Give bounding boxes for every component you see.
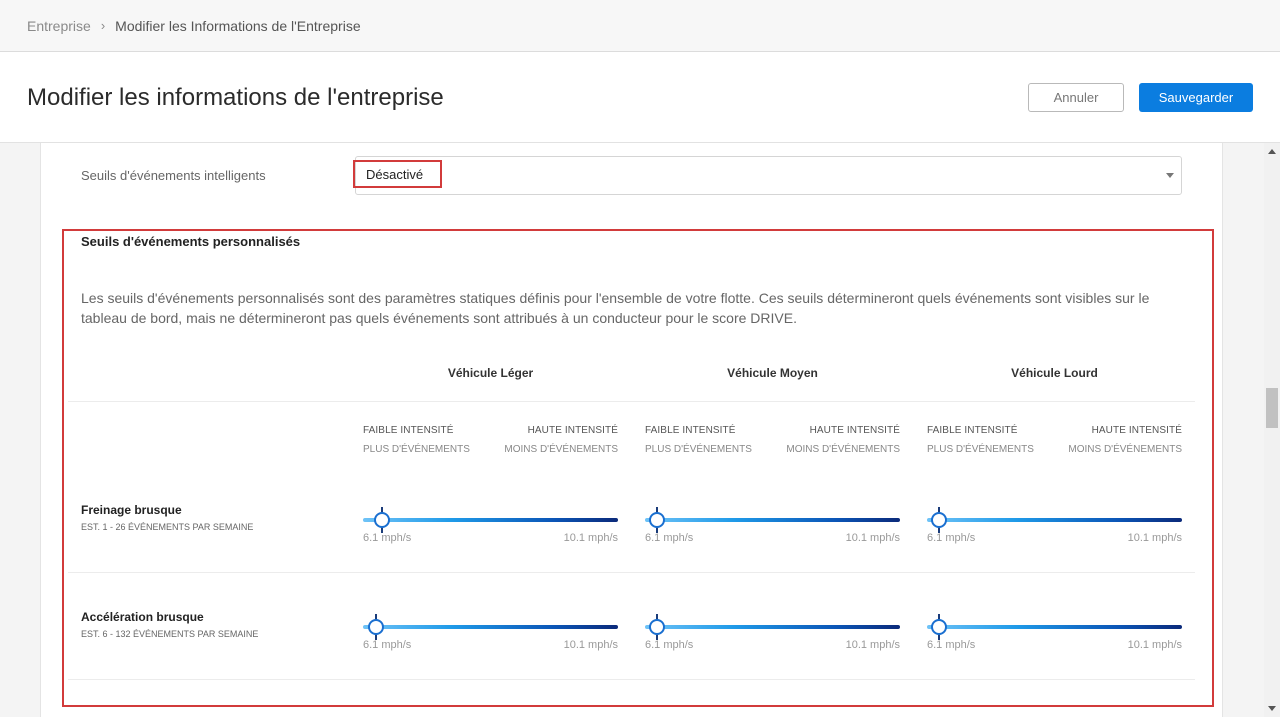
slider-track[interactable] (363, 625, 618, 629)
slider-handle[interactable] (931, 512, 947, 528)
slider-track[interactable] (927, 625, 1182, 629)
row-subtitle-hard-acceleration: EST. 6 - 132 ÉVÉNEMENTS PAR SEMAINE (81, 629, 259, 639)
slider-track[interactable] (645, 625, 900, 629)
slider-handle[interactable] (649, 619, 665, 635)
divider (68, 572, 1195, 573)
row-title-hard-braking: Freinage brusque (81, 503, 182, 517)
slider-max-value: 10.1 mph/s (845, 639, 900, 651)
custom-thresholds-description: Les seuils d'événements personnalisés so… (81, 290, 1150, 326)
column-header-heavy: Véhicule Lourd (1011, 366, 1098, 380)
fewer-events-label: MOINS D'ÉVÉNEMENTS (1068, 444, 1182, 455)
fewer-events-label: MOINS D'ÉVÉNEMENTS (786, 444, 900, 455)
breadcrumb: Entreprise › Modifier les Informations d… (0, 0, 1280, 52)
divider (68, 401, 1195, 402)
slider-track[interactable] (927, 518, 1182, 522)
slider-handle[interactable] (368, 619, 384, 635)
page-header: Modifier les informations de l'entrepris… (0, 52, 1280, 143)
slider-max-value: 10.1 mph/s (563, 639, 618, 651)
slider-track[interactable] (363, 518, 618, 522)
slider-handle[interactable] (931, 619, 947, 635)
row-title-hard-acceleration: Accélération brusque (81, 610, 204, 624)
scroll-down-arrow-icon[interactable] (1268, 706, 1276, 711)
save-button[interactable]: Sauvegarder (1139, 83, 1253, 112)
breadcrumb-current: Modifier les Informations de l'Entrepris… (115, 17, 361, 34)
slider-handle[interactable] (374, 512, 390, 528)
scroll-up-arrow-icon[interactable] (1268, 149, 1276, 154)
high-intensity-label: HAUTE INTENSITÉ (809, 425, 900, 436)
slider-max-value: 10.1 mph/s (845, 532, 900, 544)
vertical-scrollbar[interactable] (1264, 143, 1280, 717)
page-title: Modifier les informations de l'entrepris… (27, 84, 444, 111)
slider-max-value: 10.1 mph/s (563, 532, 618, 544)
slider-max-value: 10.1 mph/s (1127, 532, 1182, 544)
value-highlight-box (353, 160, 442, 188)
slider-handle[interactable] (649, 512, 665, 528)
breadcrumb-link-entreprise[interactable]: Entreprise (27, 18, 91, 34)
smart-thresholds-select[interactable]: Désactivé (353, 156, 1182, 195)
slider-track[interactable] (645, 518, 900, 522)
content-scroll-area[interactable]: Seuils d'événements intelligents Désacti… (0, 143, 1264, 717)
divider (68, 679, 1195, 680)
high-intensity-label: HAUTE INTENSITÉ (1091, 425, 1182, 436)
caret-down-icon (1166, 173, 1174, 178)
cancel-button[interactable]: Annuler (1028, 83, 1124, 112)
column-header-light: Véhicule Léger (447, 366, 534, 380)
custom-thresholds-title: Seuils d'événements personnalisés (81, 234, 301, 249)
chevron-right-icon: › (100, 18, 106, 33)
fewer-events-label: MOINS D'ÉVÉNEMENTS (504, 444, 618, 455)
row-subtitle-hard-braking: EST. 1 - 26 ÉVÉNEMENTS PAR SEMAINE (81, 522, 254, 532)
column-header-medium: Véhicule Moyen (727, 366, 818, 380)
scrollbar-thumb[interactable] (1266, 388, 1278, 428)
high-intensity-label: HAUTE INTENSITÉ (527, 425, 618, 436)
slider-max-value: 10.1 mph/s (1127, 639, 1182, 651)
smart-thresholds-label: Seuils d'événements intelligents (81, 168, 266, 183)
